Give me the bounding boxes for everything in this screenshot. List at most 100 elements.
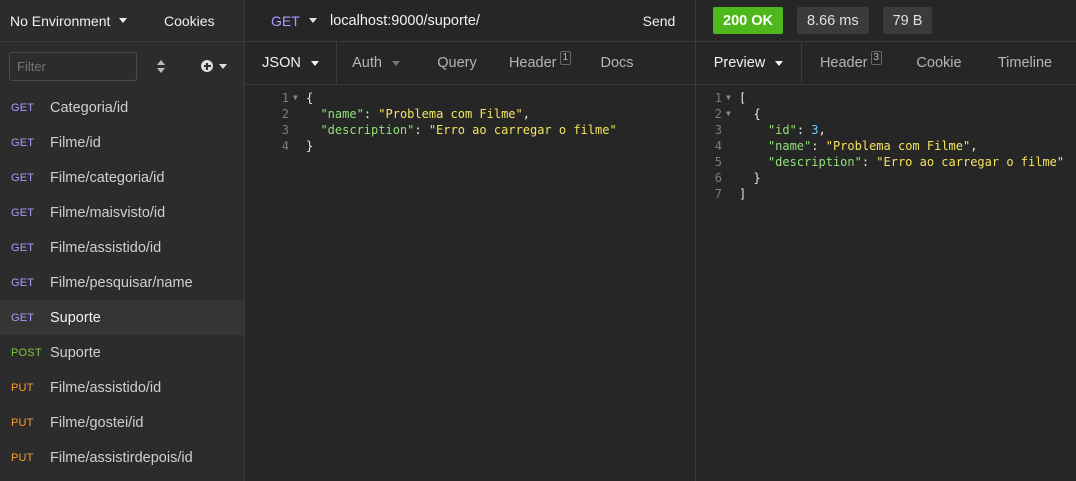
tab-preview-label: Preview xyxy=(713,55,766,71)
request-item[interactable]: GET Filme/id xyxy=(0,125,244,160)
fold-arrow-icon[interactable]: ▼ xyxy=(292,90,306,106)
response-tabs: Preview Header 3 Cookie Timeline xyxy=(696,42,1076,85)
line-number: 3 xyxy=(714,123,722,137)
sort-icon[interactable] xyxy=(154,56,168,76)
request-name-label: Filme/assistirdepois/id xyxy=(50,449,193,466)
chevron-down-icon xyxy=(119,18,128,23)
request-name-label: Suporte xyxy=(50,309,101,326)
tab-cookie[interactable]: Cookie xyxy=(900,42,978,84)
tab-query-label: Query xyxy=(437,55,477,71)
plus-circle-icon xyxy=(201,60,213,72)
request-method-label: GET xyxy=(11,241,35,254)
status-bar: 200 OK 8.66 ms 79 B xyxy=(696,0,1076,42)
request-item[interactable]: PUT Filme/gostei/id xyxy=(0,405,244,440)
chevron-down-icon xyxy=(310,60,319,66)
tab-cookie-label: Cookie xyxy=(916,55,962,71)
code-line: 2 ▼ { xyxy=(696,106,1076,122)
fold-arrow-icon[interactable]: ▼ xyxy=(725,90,739,106)
request-method-label: GET xyxy=(11,276,35,289)
tab-header-label: Header xyxy=(508,55,557,71)
request-body-editor[interactable]: 1 ▼ { 2 "name": "Problema com Filme", 3 … xyxy=(245,85,695,154)
request-method-label: PUT xyxy=(11,416,34,429)
json-string: "Problema com Filme" xyxy=(378,107,523,121)
request-method-label: PUT xyxy=(11,451,34,464)
json-string: "Erro ao carregar o filme" xyxy=(876,155,1065,169)
response-pane: 200 OK 8.66 ms 79 B Preview Header 3 Coo… xyxy=(696,0,1076,481)
json-string: "Erro ao carregar o filme" xyxy=(428,123,617,137)
request-name-label: Filme/assistido/id xyxy=(50,379,162,396)
tab-docs[interactable]: Docs xyxy=(581,42,653,84)
code-line: 2 "name": "Problema com Filme", xyxy=(245,106,695,122)
request-tabs: JSON Auth Query Header 1 Docs xyxy=(245,42,695,85)
request-method-label: POST xyxy=(11,346,42,359)
line-number: 1 xyxy=(281,91,289,105)
fold-arrow-icon[interactable]: ▼ xyxy=(725,106,739,122)
cookies-button[interactable]: Cookies xyxy=(164,13,215,29)
request-item[interactable]: GET Filme/pesquisar/name xyxy=(0,265,244,300)
line-number: 1 xyxy=(714,91,722,105)
code-line: 6 } xyxy=(696,170,1076,186)
request-item[interactable]: GET Categoria/id xyxy=(0,90,244,125)
code-line: 3 "id": 3, xyxy=(696,122,1076,138)
tab-auth[interactable]: Auth xyxy=(337,42,415,84)
chevron-down-icon xyxy=(308,18,317,23)
request-method-label: GET xyxy=(11,311,35,324)
tab-auth-label: Auth xyxy=(352,55,382,71)
line-number: 7 xyxy=(714,187,722,201)
environment-label: No Environment xyxy=(10,12,111,29)
method-dropdown[interactable]: GET xyxy=(245,13,330,29)
json-key: "name" xyxy=(767,139,812,153)
request-method-label: PUT xyxy=(11,381,34,394)
request-item[interactable]: GET Filme/categoria/id xyxy=(0,160,244,195)
request-list: GET Categoria/id GET Filme/id GET Filme/categ… xyxy=(0,90,244,475)
response-header-count-badge: 3 xyxy=(870,51,883,65)
tab-timeline-label: Timeline xyxy=(997,55,1053,71)
chevron-down-icon xyxy=(219,63,227,69)
add-request-button[interactable] xyxy=(201,60,227,72)
request-method-label: GET xyxy=(11,136,35,149)
tab-timeline[interactable]: Timeline xyxy=(978,42,1072,84)
tab-query[interactable]: Query xyxy=(415,42,499,84)
code-line: 1 ▼ [ xyxy=(696,90,1076,106)
response-size-badge: 79 B xyxy=(882,7,933,34)
environment-dropdown[interactable]: No Environment xyxy=(0,0,150,41)
url-bar: GET Send xyxy=(245,0,695,42)
filter-row xyxy=(0,42,244,90)
filter-input[interactable] xyxy=(9,51,137,81)
request-pane: GET Send JSON Auth Query Header 1 Docs 1… xyxy=(245,0,696,481)
json-key: "description" xyxy=(767,155,862,169)
request-name-label: Suporte xyxy=(50,344,101,361)
chevron-down-icon xyxy=(775,60,784,66)
request-item[interactable]: PUT Filme/assistirdepois/id xyxy=(0,440,244,475)
json-key: "id" xyxy=(767,123,797,137)
request-method-label: GET xyxy=(11,171,35,184)
code-line: 7 ] xyxy=(696,186,1076,202)
method-label: GET xyxy=(271,12,300,29)
chevron-down-icon xyxy=(391,60,400,66)
request-item[interactable]: POST Suporte xyxy=(0,335,244,370)
request-item[interactable]: GET Suporte xyxy=(0,300,244,335)
code-line: 4 } xyxy=(245,138,695,154)
sidebar-header: No Environment Cookies xyxy=(0,0,244,42)
url-input[interactable] xyxy=(330,5,623,36)
request-item[interactable]: GET Filme/maisvisto/id xyxy=(0,195,244,230)
line-number: 6 xyxy=(714,171,722,185)
code-text: { xyxy=(306,91,314,105)
sidebar: No Environment Cookies GETCategoria/idGE… xyxy=(0,0,245,481)
response-body-viewer: 1 ▼ [ 2 ▼ { 3 "id": 3, 4 "name": "Proble… xyxy=(696,85,1076,202)
code-line: 5 "description": "Erro ao carregar o fil… xyxy=(696,154,1076,170)
line-number: 3 xyxy=(281,123,289,137)
line-number: 4 xyxy=(714,139,722,153)
send-button[interactable]: Send xyxy=(623,13,695,29)
line-number: 4 xyxy=(281,139,289,153)
tab-response-header[interactable]: Header 3 xyxy=(802,42,900,84)
header-count-badge: 1 xyxy=(559,51,572,65)
request-item[interactable]: PUT Filme/assistido/id xyxy=(0,370,244,405)
tab-header[interactable]: Header 1 xyxy=(499,42,581,84)
tab-json[interactable]: JSON xyxy=(245,42,337,84)
request-name-label: Filme/pesquisar/name xyxy=(50,274,193,291)
request-item[interactable]: GET Filme/assistido/id xyxy=(0,230,244,265)
tab-preview[interactable]: Preview xyxy=(696,42,802,84)
code-line: 1 ▼ { xyxy=(245,90,695,106)
request-name-label: Categoria/id xyxy=(50,99,129,116)
